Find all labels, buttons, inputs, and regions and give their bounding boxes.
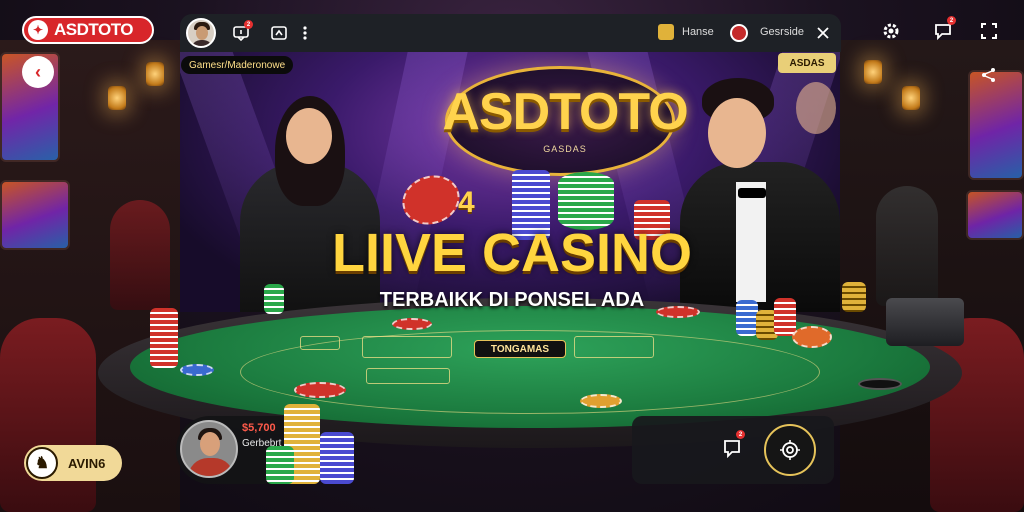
table-chip xyxy=(792,326,832,348)
gear-icon xyxy=(883,23,899,39)
female-dealer-face xyxy=(286,108,332,164)
avatar-body xyxy=(191,40,213,46)
floating-chip-4: 4 xyxy=(458,186,475,219)
player-chip-stack xyxy=(266,446,294,484)
notification-button[interactable]: 2 xyxy=(232,20,253,42)
message-icon xyxy=(724,440,740,458)
chip-stack xyxy=(264,284,284,314)
slot-machine xyxy=(968,70,1024,180)
back-button[interactable]: ‹ xyxy=(22,56,54,88)
share-icon xyxy=(982,68,995,82)
chat-badge: 2 xyxy=(947,16,956,25)
background-figure xyxy=(796,82,836,134)
hero-title: LIIVE CASINO xyxy=(331,223,693,283)
window-title-bar: 2 Hanse Gesrside xyxy=(180,14,841,52)
chip-stack xyxy=(150,308,178,368)
share-button[interactable] xyxy=(270,24,288,42)
more-options-button[interactable] xyxy=(296,24,314,42)
action-panel: 2 xyxy=(632,416,834,484)
male-dealer-shirt xyxy=(736,182,766,302)
player-avatar-face xyxy=(200,432,220,456)
betting-area[interactable] xyxy=(366,368,450,384)
betting-area[interactable] xyxy=(362,336,452,358)
breadcrumb[interactable]: Gamesr/Maderonowe xyxy=(181,56,294,74)
wall-lamp xyxy=(864,60,882,84)
slot-machine xyxy=(0,180,70,250)
balance-amount: AVIN6 xyxy=(68,455,106,471)
casino-chair xyxy=(930,318,1024,512)
hero-subtitle: TERBAIKK DI PONSEL ADA xyxy=(379,289,645,311)
chip-tray-slot xyxy=(858,378,902,390)
player-avatar-body xyxy=(188,458,234,476)
home-icon[interactable] xyxy=(658,24,674,40)
chip-stack xyxy=(842,282,866,312)
share-link-button[interactable] xyxy=(978,64,1000,86)
wall-lamp xyxy=(108,86,126,110)
casino-chair xyxy=(110,200,170,310)
wallet-icon: ♞ xyxy=(26,447,58,479)
corner-badge[interactable]: ASDAS xyxy=(778,53,836,73)
settings-button[interactable] xyxy=(880,20,902,42)
table-chip xyxy=(656,306,700,318)
close-icon xyxy=(817,27,829,39)
card-shoe xyxy=(886,298,964,346)
casino-chair xyxy=(0,318,96,512)
bow-tie xyxy=(738,188,766,198)
exit-icon[interactable] xyxy=(730,24,748,42)
exit-label[interactable]: Gesrside xyxy=(760,26,804,38)
brand-logo[interactable]: ✦ ASDTOTO xyxy=(22,16,154,44)
hero-logo-text: ASDTOTO xyxy=(442,83,688,141)
avatar-face xyxy=(196,26,208,40)
slot-machine xyxy=(966,190,1024,240)
message-badge: 2 xyxy=(736,430,745,439)
brand-name: ASDTOTO xyxy=(54,20,134,39)
betting-area[interactable] xyxy=(300,336,340,350)
betting-area[interactable] xyxy=(574,336,654,358)
chat-button[interactable]: 2 xyxy=(932,16,956,42)
camera-icon xyxy=(780,440,800,460)
tournament-label[interactable]: TONGAMAS xyxy=(474,340,566,358)
share-screen-icon xyxy=(271,26,287,40)
wall-lamp xyxy=(146,62,164,86)
chip-stack xyxy=(774,298,796,336)
table-chip xyxy=(392,318,432,330)
chip-stack xyxy=(736,300,758,336)
more-vertical-icon xyxy=(303,26,307,40)
player-bet-amount: $5,700 xyxy=(242,422,276,434)
home-label[interactable]: Hanse xyxy=(682,26,714,38)
player-avatar xyxy=(180,420,238,478)
player-chip-stack xyxy=(320,432,354,484)
casino-chair xyxy=(876,186,938,306)
notification-badge: 2 xyxy=(244,20,253,29)
camera-button[interactable] xyxy=(764,424,816,476)
fullscreen-icon xyxy=(981,23,997,39)
table-chip xyxy=(180,364,214,376)
balance-pill[interactable]: ♞ AVIN6 xyxy=(24,445,122,481)
fullscreen-button[interactable] xyxy=(978,20,1000,42)
wall-lamp xyxy=(902,86,920,110)
hero-logo-subtext: GASDAS xyxy=(543,144,587,154)
table-chip xyxy=(580,394,622,408)
brand-mark-icon: ✦ xyxy=(28,20,48,40)
user-avatar[interactable] xyxy=(186,18,216,48)
message-button[interactable]: 2 xyxy=(720,430,745,460)
male-dealer-face xyxy=(708,98,766,168)
close-button[interactable] xyxy=(814,24,832,42)
table-chip xyxy=(294,382,346,398)
back-arrow-icon: ‹ xyxy=(35,61,41,82)
